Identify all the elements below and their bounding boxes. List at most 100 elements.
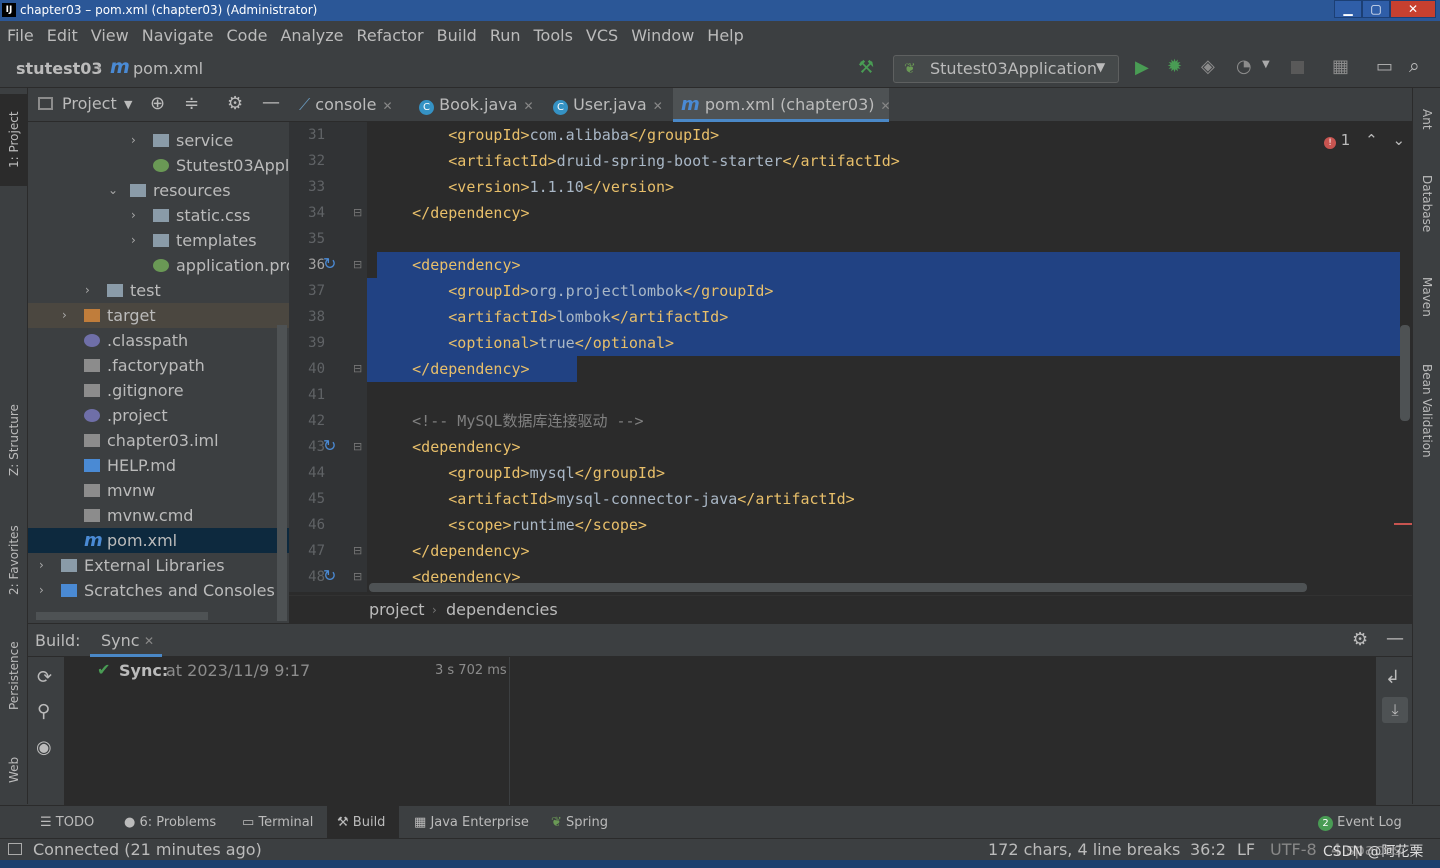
refresh-icon[interactable]: ⟳ xyxy=(37,667,52,688)
menu-analyze[interactable]: Analyze xyxy=(280,26,343,45)
horizontal-scrollbar[interactable] xyxy=(369,583,1307,592)
tree-item[interactable]: mvnw.cmd xyxy=(28,503,289,528)
code-line[interactable]: </dependency> xyxy=(367,200,529,226)
code-line[interactable]: <version>1.1.10</version> xyxy=(367,174,674,200)
dependency-update-icon[interactable]: ↻ xyxy=(323,254,336,273)
tool-database-tab[interactable]: Database xyxy=(1413,162,1440,246)
tool-bean-validation-tab[interactable]: Bean Validation xyxy=(1413,350,1440,472)
code-line[interactable]: <!-- MySQL数据库连接驱动 --> xyxy=(367,408,643,434)
tool-problems-tab[interactable]: ● 6: Problems xyxy=(124,806,216,839)
chevron-right-icon[interactable]: › xyxy=(39,578,44,603)
tool-build-tab[interactable]: ⚒ Build xyxy=(327,806,399,839)
code-line[interactable] xyxy=(367,382,376,408)
settings-gear-icon[interactable]: ⚙ xyxy=(1352,629,1368,650)
breadcrumb-project[interactable]: project xyxy=(369,596,425,624)
menu-edit[interactable]: Edit xyxy=(47,26,78,45)
pin-icon[interactable]: ⚲ xyxy=(37,701,50,722)
tool-todo-tab[interactable]: ☰ TODO xyxy=(40,806,94,839)
tool-java-enterprise-tab[interactable]: ▦ Java Enterprise xyxy=(414,806,529,839)
project-panel-title[interactable]: Project xyxy=(62,94,117,113)
dependency-update-icon[interactable]: ↻ xyxy=(323,566,336,585)
status-message[interactable]: Connected (21 minutes ago) xyxy=(33,839,262,861)
hide-panel-icon[interactable]: — xyxy=(1386,628,1404,649)
chevron-right-icon[interactable]: › xyxy=(131,128,136,153)
menu-refactor[interactable]: Refactor xyxy=(357,26,424,45)
tree-item[interactable]: › Scratches and Consoles xyxy=(28,578,289,603)
tree-item[interactable]: application.properties xyxy=(28,253,289,278)
fold-marker-icon[interactable]: ⊟ xyxy=(353,570,362,583)
vertical-scrollbar[interactable] xyxy=(1400,325,1410,421)
profile-icon[interactable]: ◔ xyxy=(1236,56,1252,77)
chevron-right-icon[interactable]: › xyxy=(62,303,67,328)
menu-run[interactable]: Run xyxy=(490,26,521,45)
next-error-icon[interactable]: ⌄ xyxy=(1392,131,1405,149)
tool-favorites-tab[interactable]: 2: Favorites xyxy=(0,508,28,612)
chevron-right-icon[interactable]: › xyxy=(131,203,136,228)
close-tab-icon[interactable]: ✕ xyxy=(524,99,534,113)
tool-terminal-tab[interactable]: ▭ Terminal xyxy=(242,806,313,839)
nav-project[interactable]: stutest03 xyxy=(16,59,103,78)
tree-item[interactable]: Stutest03Application xyxy=(28,153,289,178)
event-log-tab[interactable]: 2 Event Log xyxy=(1318,806,1402,839)
menu-file[interactable]: File xyxy=(7,26,34,45)
tree-item[interactable]: .project xyxy=(28,403,289,428)
tool-project-tab[interactable]: 1: Project xyxy=(0,94,28,186)
menu-help[interactable]: Help xyxy=(707,26,743,45)
code-line[interactable]: </dependency> xyxy=(367,538,529,564)
fold-marker-icon[interactable]: ⊟ xyxy=(353,544,362,557)
tree-item[interactable]: › target xyxy=(28,303,289,328)
code-line[interactable]: <dependency> xyxy=(367,252,520,278)
tree-item[interactable]: mvnw xyxy=(28,478,289,503)
tree-item[interactable]: .classpath xyxy=(28,328,289,353)
tab-sync[interactable]: Sync ✕ xyxy=(90,624,162,657)
profile-dropdown-icon[interactable]: ▼ xyxy=(1262,59,1270,70)
minimize-button[interactable]: ▁ xyxy=(1334,0,1362,18)
eye-icon[interactable]: ◉ xyxy=(36,737,52,758)
tool-structure-tab[interactable]: Z: Structure xyxy=(0,388,28,492)
menu-view[interactable]: View xyxy=(91,26,129,45)
chevron-right-icon[interactable]: › xyxy=(131,228,136,253)
tree-item[interactable]: › templates xyxy=(28,228,289,253)
tool-ant-tab[interactable]: Ant xyxy=(1413,94,1440,144)
code-line[interactable] xyxy=(367,226,376,252)
tree-item[interactable]: › service xyxy=(28,128,289,153)
locate-icon[interactable]: ⊕ xyxy=(150,93,165,114)
fold-marker-icon[interactable]: ⊟ xyxy=(353,362,362,375)
tree-item[interactable]: ⌄ resources xyxy=(28,178,289,203)
debug-icon[interactable]: ✹ xyxy=(1167,56,1182,77)
error-stripe-marker[interactable] xyxy=(1394,523,1412,525)
maximize-button[interactable]: ▢ xyxy=(1362,0,1390,18)
close-tab-icon[interactable]: ✕ xyxy=(382,99,392,113)
code-line[interactable]: <artifactId>mysql-connector-java</artifa… xyxy=(367,486,854,512)
tool-maven-tab[interactable]: Maven xyxy=(1413,262,1440,332)
status-toggle-icon[interactable] xyxy=(8,843,22,855)
presentation-icon[interactable]: ▭ xyxy=(1376,56,1393,77)
menu-vcs[interactable]: VCS xyxy=(586,26,618,45)
status-line-separator[interactable]: LF xyxy=(1237,839,1255,861)
tree-item[interactable]: › test xyxy=(28,278,289,303)
menu-window[interactable]: Window xyxy=(631,26,694,45)
tree-item[interactable]: HELP.md xyxy=(28,453,289,478)
tree-item[interactable]: .factorypath xyxy=(28,353,289,378)
project-structure-icon[interactable]: ▦ xyxy=(1332,56,1349,77)
sync-row[interactable]: ✔ Sync: at 2023/11/9 9:17 3 s 702 ms xyxy=(65,657,509,685)
collapse-all-icon[interactable]: ≑ xyxy=(184,93,199,114)
code-line[interactable]: <groupId>org.projectlombok</groupId> xyxy=(367,278,773,304)
stop-icon[interactable] xyxy=(1291,61,1304,74)
build-hammer-icon[interactable]: ⚒ xyxy=(858,57,874,78)
tool-persistence-tab[interactable]: Persistence xyxy=(0,626,28,726)
coverage-icon[interactable]: ◈ xyxy=(1201,56,1215,77)
settings-gear-icon[interactable]: ⚙ xyxy=(227,93,243,114)
tree-item[interactable]: m pom.xml xyxy=(28,528,289,553)
tab-book-java[interactable]: C Book.java ✕ xyxy=(419,88,534,122)
close-button[interactable]: ✕ xyxy=(1390,0,1436,18)
chevron-right-icon[interactable]: › xyxy=(85,278,90,303)
tree-item[interactable]: .gitignore xyxy=(28,378,289,403)
tree-horizontal-scrollbar[interactable] xyxy=(36,612,208,620)
tree-item[interactable]: chapter03.iml xyxy=(28,428,289,453)
run-config-select[interactable]: ❦ Stutest03Application ▼ xyxy=(893,55,1119,83)
tab-console[interactable]: ⟋ console ✕ xyxy=(299,88,401,122)
dependency-update-icon[interactable]: ↻ xyxy=(323,436,336,455)
menu-code[interactable]: Code xyxy=(227,26,268,45)
code-line[interactable]: <artifactId>lombok</artifactId> xyxy=(367,304,728,330)
